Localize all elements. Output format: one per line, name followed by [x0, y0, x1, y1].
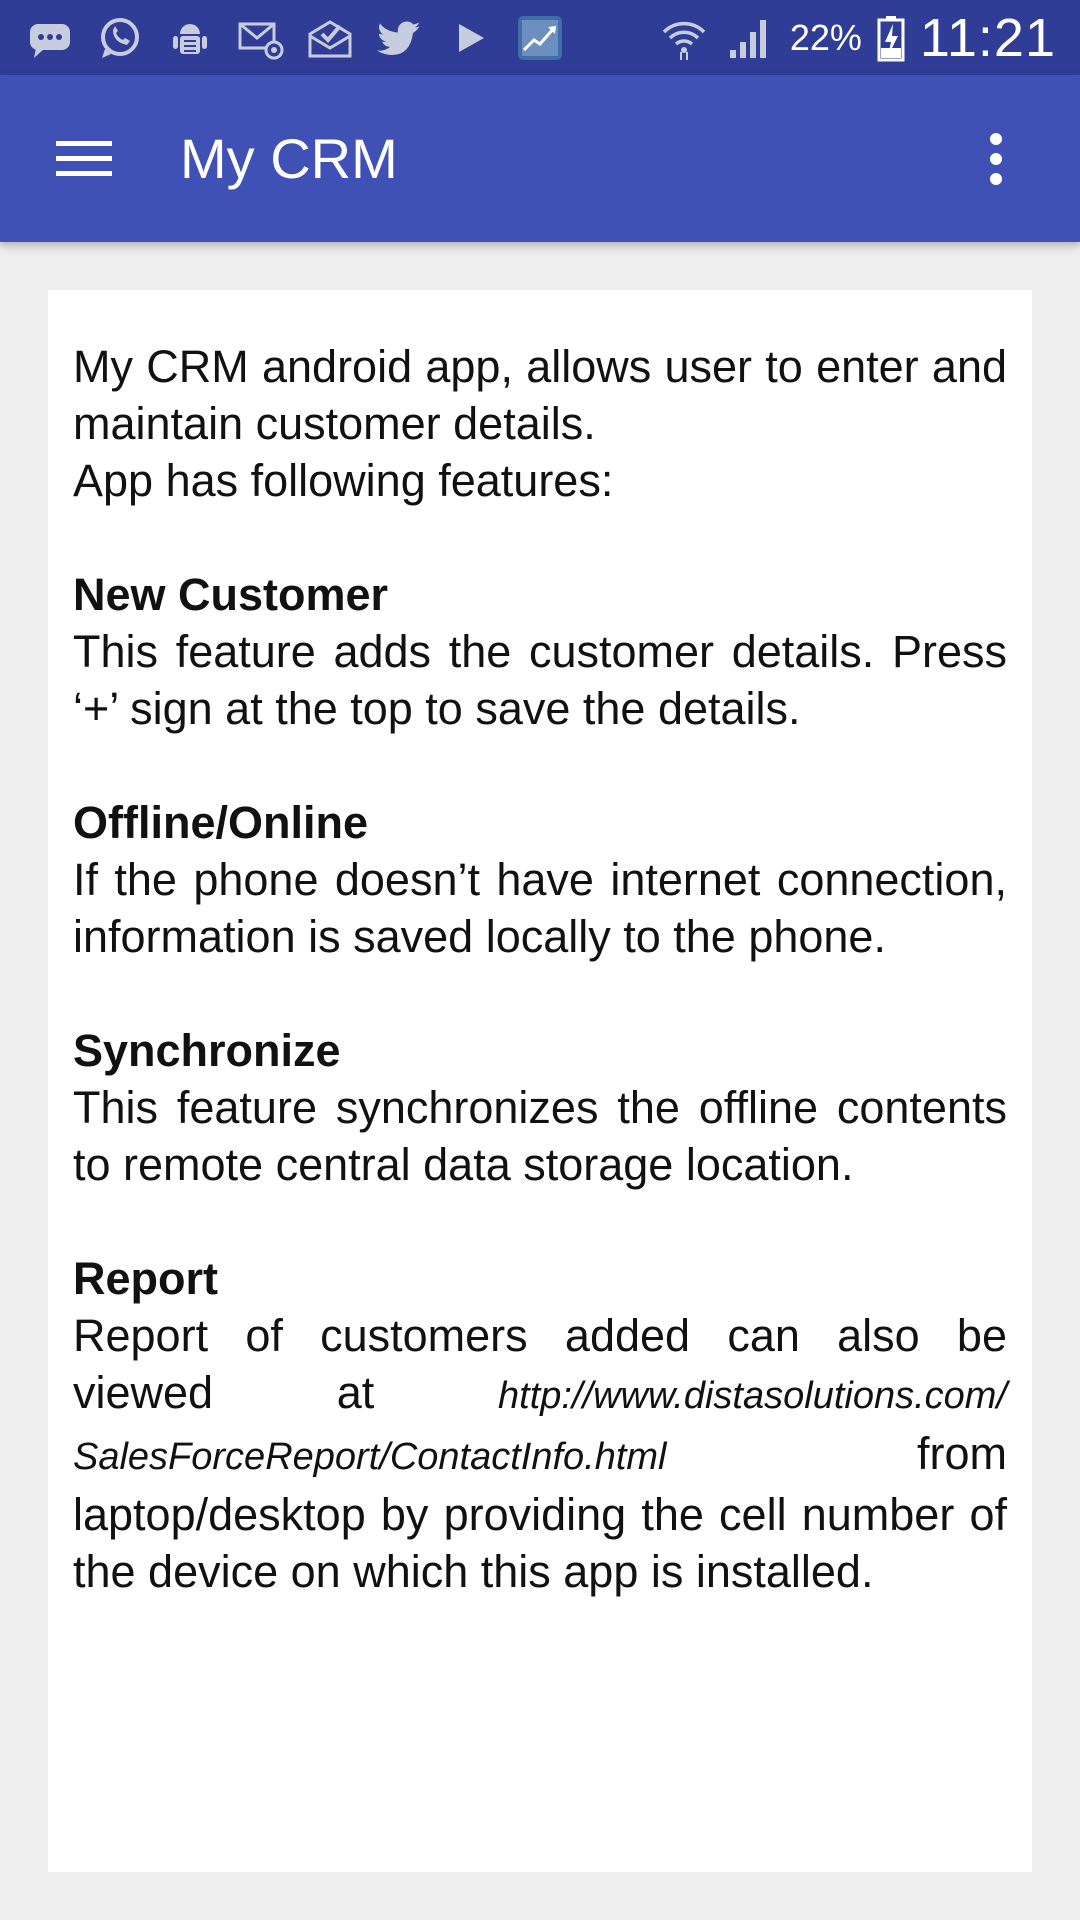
system-status: 22% 11:21: [658, 0, 1056, 75]
section-body: This feature adds the customer details. …: [73, 626, 1007, 734]
mail-check-icon: [304, 12, 356, 64]
twitter-icon: [374, 12, 426, 64]
signal-icon: [724, 12, 776, 64]
about-card: My CRM android app, allows user to enter…: [48, 290, 1032, 1872]
android-debug-icon: [164, 12, 216, 64]
section-body: If the phone doesn’t have internet conne…: [73, 854, 1007, 962]
more-vert-icon: [990, 133, 1002, 185]
app-title: My CRM: [180, 127, 398, 190]
play-icon: [444, 12, 496, 64]
overflow-menu-button[interactable]: [952, 115, 1040, 203]
section-new-customer: New Customer This feature adds the custo…: [73, 566, 1007, 737]
section-synchronize: Synchronize This feature synchronizes th…: [73, 1022, 1007, 1193]
section-heading: Synchronize: [73, 1025, 341, 1076]
section-heading: Offline/Online: [73, 797, 369, 848]
section-heading: Report: [73, 1253, 218, 1304]
section-body: This feature synchronizes the offline co…: [73, 1082, 1007, 1190]
intro-text: My CRM android app, allows user to enter…: [73, 338, 1007, 509]
whatsapp-icon: [94, 12, 146, 64]
notification-icons: [24, 0, 566, 75]
email-icon: [234, 12, 286, 64]
wifi-icon: [658, 12, 710, 64]
navigation-menu-button[interactable]: [40, 115, 128, 203]
status-bar: 22% 11:21: [0, 0, 1080, 75]
intro-line-2: App has following features:: [73, 455, 614, 506]
section-body: Report of customers added can also be vi…: [73, 1307, 1007, 1600]
message-icon: [24, 12, 76, 64]
hamburger-menu-icon: [56, 141, 112, 176]
battery-percent: 22%: [789, 16, 862, 58]
clock: 11:21: [919, 7, 1056, 68]
intro-line-1: My CRM android app, allows user to enter…: [73, 341, 1007, 449]
app-bar: My CRM: [0, 75, 1080, 242]
section-offline-online: Offline/Online If the phone doesn’t have…: [73, 794, 1007, 965]
stocks-app-icon: [514, 12, 566, 64]
section-heading: New Customer: [73, 569, 389, 620]
battery-charging-icon: [876, 12, 906, 64]
section-report: Report Report of customers added can als…: [73, 1250, 1007, 1600]
